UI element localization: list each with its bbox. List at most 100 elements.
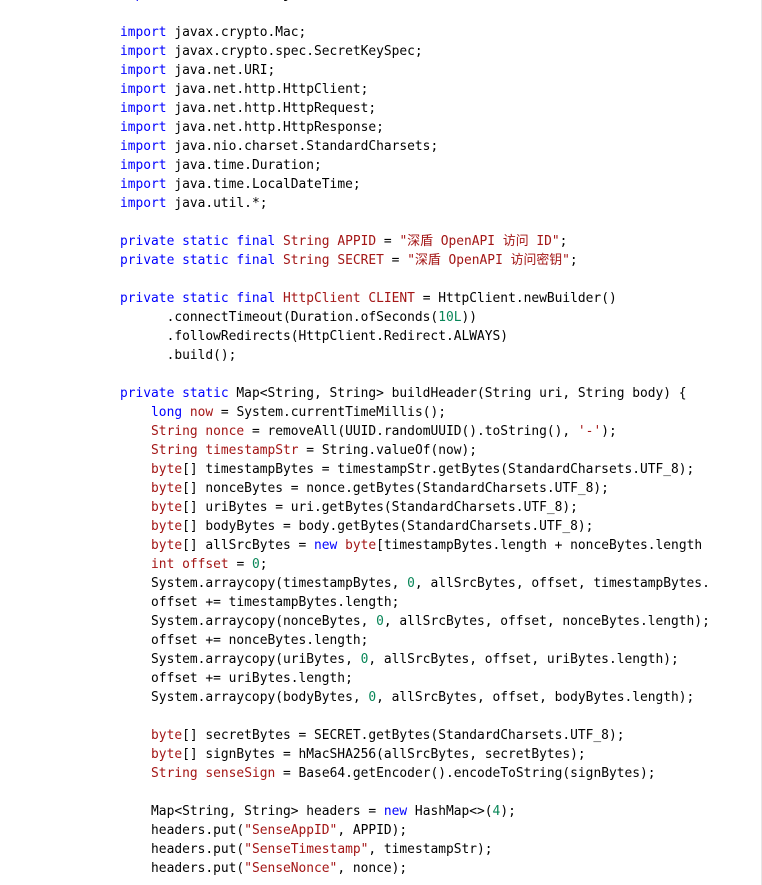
code-token: .followRedirects(HttpClient.Redirect.ALW… [120,329,509,344]
code-token: System.arraycopy(nonceBytes, [120,614,377,629]
code-token: String [282,253,330,268]
code-token: = Base64.getEncoder().encodeToString(sig… [275,766,656,781]
code-token: [] allSrcBytes = [182,538,315,553]
code-token: byte [151,500,183,515]
code-token: offset += timestampBytes.length; [120,595,400,610]
code-token: , APPID); [337,823,408,838]
code-line: byte[] bodyBytes = body.getBytes(Standar… [120,517,762,536]
code-token: = [376,234,400,249]
code-token: = removeAll(UUID.randomUUID().toString()… [244,424,578,439]
code-token: byte [151,747,183,762]
code-token: , allSrcBytes, offset, timestampBytes. [414,576,710,591]
code-token: SECRET [337,253,384,268]
code-line: private static final String SECRET = "深盾… [120,251,762,270]
code-line: .followRedirects(HttpClient.Redirect.ALW… [120,327,762,346]
code-line: byte[] timestampBytes = timestampStr.get… [120,460,762,479]
code-token: ; [259,557,268,572]
code-line: private static final HttpClient CLIENT =… [120,289,762,308]
code-token: ); [500,804,516,819]
code-token: "SenseTimestamp" [244,842,369,857]
code-line: import java.time.Duration; [120,156,762,175]
code-token: HttpClient [282,291,361,306]
code-line: headers.put("SenseNonce", nonce); [120,859,762,878]
code-token: [] nonceBytes = nonce.getBytes(StandardC… [182,481,609,496]
code-line: import java.net.http.HttpResponse; [120,118,762,137]
code-token: int [151,557,175,572]
code-line: String senseSign = Base64.getEncoder().e… [120,764,762,783]
code-token: byte [151,462,183,477]
code-token: "深盾 OpenAPI 访问 ID" [399,234,560,249]
code-token: System.arraycopy(uriBytes, [120,652,361,667]
code-line: offset += nonceBytes.length; [120,631,762,650]
code-line: import java.nio.charset.StandardCharsets… [120,137,762,156]
code-token: 0 [376,614,384,629]
code-token: Map<String, String> buildHeader(String u… [228,386,687,401]
code-token: .build(); [120,348,237,363]
code-token: byte [345,538,377,553]
code-token: import [120,0,167,2]
code-line: private static Map<String, String> build… [120,384,762,403]
code-token: '-' [577,424,602,439]
code-token: String [282,234,330,249]
code-line: import java.time.LocalDateTime; [120,175,762,194]
code-line: offset += uriBytes.length; [120,669,762,688]
code-line: import javax.crypto.spec.SecretKeySpec; [120,42,762,61]
code-token: , nonce); [337,861,408,876]
code-token: [] timestampBytes = timestampStr.getByte… [182,462,695,477]
code-token: , allSrcBytes, offset, nonceBytes.length… [383,614,710,629]
code-token: import [120,101,167,116]
code-token: [] signBytes = hMacSHA256(allSrcBytes, s… [182,747,586,762]
code-token: CLIENT [368,291,415,306]
code-line: headers.put("SenseTimestamp", timestampS… [120,840,762,859]
code-token: 10L [438,310,462,325]
code-line: .connectTimeout(Duration.ofSeconds(10L)) [120,308,762,327]
code-token: ; [569,253,578,268]
code-token: byte [151,481,183,496]
code-token: System.arraycopy(bodyBytes, [120,690,369,705]
code-token: , timestampStr); [368,842,493,857]
code-token: import [120,25,167,40]
code-line: byte[] secretBytes = SECRET.getBytes(Sta… [120,726,762,745]
code-line: byte[] nonceBytes = nonce.getBytes(Stand… [120,479,762,498]
code-token: , allSrcBytes, offset, bodyBytes.length)… [376,690,695,705]
code-line: offset += timestampBytes.length; [120,593,762,612]
code-token: javax.crypto.Mac; [166,25,307,40]
code-token: new [314,538,338,553]
code-token: java.nio.charset.StandardCharsets; [166,139,439,154]
document-page: import com.fasterxml.jackson.databind.no… [0,0,762,885]
code-token: [timestampBytes.length + nonceBytes.leng… [376,538,703,553]
code-token: String [151,443,198,458]
code-line: import java.util.*; [120,194,762,213]
code-token: java.net.http.HttpClient; [166,82,369,97]
code-line: int offset = 0; [120,555,762,574]
code-token: offset += nonceBytes.length; [120,633,369,648]
code-token: now [189,405,214,420]
code-token: byte [151,728,183,743]
code-token: headers.put( [120,842,245,857]
code-token: import [120,139,167,154]
code-line: System.arraycopy(uriBytes, 0, allSrcByte… [120,650,762,669]
code-token: timestampStr [205,443,299,458]
code-token: import [120,63,167,78]
code-token: private static final [120,253,276,268]
code-line: byte[] signBytes = hMacSHA256(allSrcByte… [120,745,762,764]
code-line: byte[] allSrcBytes = new byte[timestampB… [120,536,762,555]
code-line: .build(); [120,346,762,365]
code-token: import [120,177,167,192]
code-token: long [151,405,183,420]
code-token: Map<String, String> headers = [120,804,384,819]
code-token: ; [559,234,568,249]
